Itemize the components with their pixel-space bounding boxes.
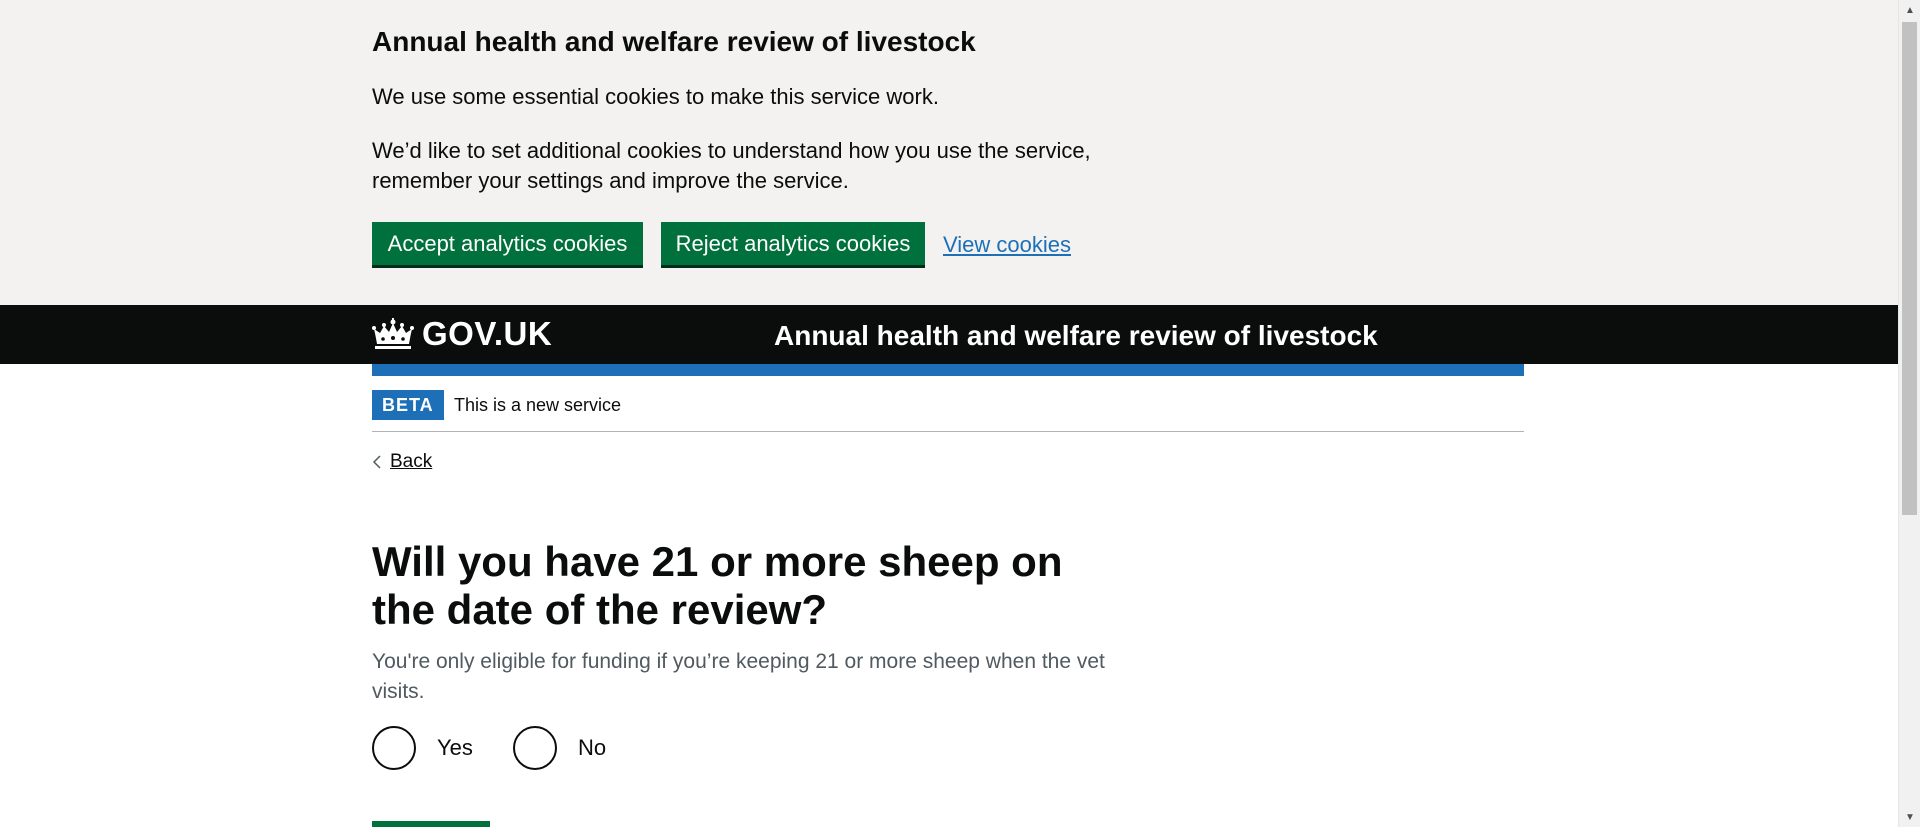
scrollbar-thumb[interactable] (1902, 22, 1917, 515)
question-heading: Will you have 21 or more sheep on the da… (372, 538, 1063, 633)
scroll-down-arrow-icon[interactable]: ▼ (1899, 807, 1920, 827)
cookie-banner-text: We use some essential cookies to make th… (372, 84, 939, 109)
radio-option-yes[interactable]: Yes (372, 726, 473, 770)
reject-analytics-cookies-button[interactable]: Reject analytics cookies (661, 222, 925, 265)
cookie-banner: Annual health and welfare review of live… (0, 0, 1898, 305)
back-link[interactable]: Back (372, 450, 432, 474)
continue-button[interactable] (372, 821, 490, 827)
vertical-scrollbar[interactable]: ▲ ▼ (1898, 0, 1920, 827)
site-header: GOV.UK Annual health and welfare review … (0, 305, 1898, 364)
phase-banner: BETA This is a new service (372, 376, 1524, 432)
radio-yes-input[interactable] (372, 726, 416, 770)
question-hint: You're only eligible for funding if you’… (372, 650, 1105, 703)
radio-option-no[interactable]: No (513, 726, 606, 770)
service-name-link[interactable]: Annual health and welfare review of live… (774, 318, 1378, 354)
view-cookies-link[interactable]: View cookies (943, 230, 1071, 260)
page: Annual health and welfare review of live… (0, 0, 1898, 827)
accept-analytics-cookies-button[interactable]: Accept analytics cookies (372, 222, 643, 265)
govuk-logo-link[interactable]: GOV.UK (372, 313, 552, 355)
radio-no-input[interactable] (513, 726, 557, 770)
radio-no-label: No (578, 735, 607, 760)
header-blue-bar (372, 364, 1524, 376)
radio-yes-label: Yes (437, 735, 473, 760)
phase-tag: BETA (372, 390, 444, 420)
back-link-label: Back (390, 451, 433, 472)
cookie-banner-title: Annual health and welfare review of live… (372, 26, 976, 57)
phase-banner-text: This is a new service (454, 395, 622, 415)
govuk-logo-text: GOV.UK (422, 315, 553, 352)
cookie-banner-text-additional: We’d like to set additional cookies to u… (372, 138, 1091, 193)
chevron-left-icon (372, 455, 381, 469)
scroll-up-arrow-icon[interactable]: ▲ (1899, 0, 1920, 20)
crown-icon (372, 318, 414, 349)
